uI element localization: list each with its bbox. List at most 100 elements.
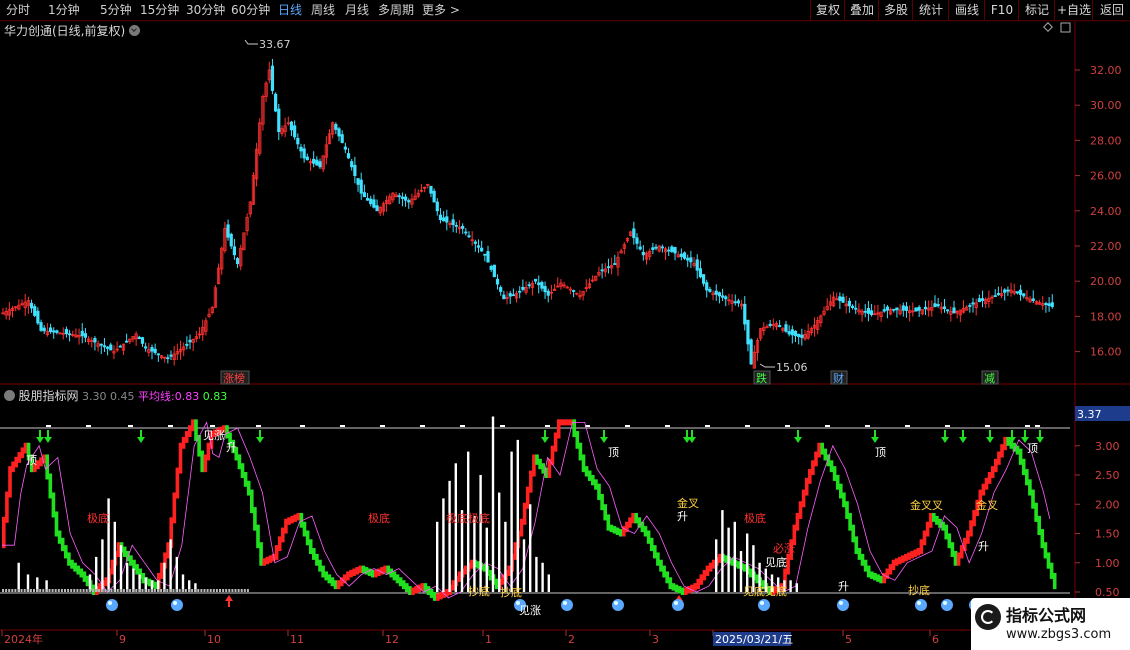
candle-body	[1044, 303, 1048, 305]
chart-canvas[interactable]: 32.0030.0028.0026.0024.0022.0020.0018.00…	[0, 0, 1130, 650]
osc-step	[653, 545, 657, 559]
candle-body	[797, 333, 801, 338]
white-dot	[246, 589, 249, 592]
candle-body	[695, 259, 699, 271]
osc-step	[476, 561, 480, 569]
candle-body	[270, 65, 275, 91]
candle-body	[1006, 289, 1010, 292]
logo-icon	[975, 604, 1001, 630]
osc-step	[1021, 458, 1026, 476]
white-dot	[73, 589, 76, 592]
white-dot	[175, 589, 178, 592]
osc-step	[984, 477, 989, 490]
osc-step	[277, 536, 282, 552]
white-dot	[113, 589, 116, 592]
osc-step	[324, 571, 328, 581]
signal-ball	[837, 599, 849, 611]
white-bar	[541, 562, 544, 592]
candle-body	[400, 196, 405, 199]
candle-body	[305, 156, 309, 161]
osc-step	[535, 454, 539, 465]
candle-body	[369, 198, 373, 205]
down-arrow-head	[541, 437, 549, 443]
candle-body	[188, 339, 192, 343]
candle-body	[847, 300, 851, 307]
osc-step	[693, 583, 697, 591]
white-dot	[11, 589, 14, 592]
osc-step	[705, 565, 710, 576]
ref-dash	[665, 425, 670, 427]
candle-body	[156, 353, 160, 356]
price-axis-label: 32.00	[1090, 64, 1122, 77]
candle-body	[682, 252, 687, 259]
osc-step	[57, 530, 62, 544]
osc-step	[225, 425, 229, 439]
osc-step	[494, 578, 499, 590]
current-value-label: 3.37	[1077, 408, 1102, 421]
white-dot	[91, 589, 94, 592]
osc-step	[566, 419, 570, 426]
white-dot	[231, 589, 234, 592]
osc-step	[724, 555, 728, 563]
candle-body	[356, 178, 360, 185]
candle-body	[296, 137, 300, 145]
ref-dash	[300, 425, 305, 427]
candle-body	[502, 294, 506, 300]
white-dot	[88, 589, 91, 592]
white-bar	[448, 480, 451, 592]
high-marker	[244, 39, 258, 45]
signal-label: 升	[838, 580, 849, 593]
white-dot	[45, 589, 48, 592]
ref-dash	[705, 425, 710, 427]
signal-ball	[915, 599, 927, 611]
white-dot	[107, 589, 110, 592]
candle-body	[125, 340, 129, 343]
signal-label: 极底极底	[446, 511, 490, 525]
osc-step	[330, 577, 335, 587]
osc-step	[17, 452, 22, 463]
osc-step	[525, 486, 530, 509]
white-dot	[23, 589, 26, 592]
white-bar	[491, 416, 495, 592]
osc-step	[203, 454, 208, 473]
price-axis-label: 26.00	[1090, 170, 1122, 183]
signal-label: 升	[978, 540, 989, 553]
white-bar	[721, 510, 724, 592]
osc-step	[281, 527, 285, 543]
osc-step	[677, 586, 682, 594]
osc-step	[401, 580, 406, 590]
price-axis-label: 16.00	[1090, 346, 1122, 359]
indicator-toggle-icon[interactable]	[4, 390, 15, 401]
candle-body	[80, 330, 84, 337]
candle-body	[838, 296, 842, 301]
osc-step	[907, 552, 911, 560]
candle-body	[508, 293, 512, 297]
signal-ball	[561, 599, 573, 611]
candle-body	[106, 346, 110, 349]
white-dot	[200, 589, 203, 592]
candle-body	[36, 310, 40, 324]
osc-step	[901, 555, 905, 563]
osc-step	[1040, 529, 1045, 549]
osc-step	[436, 593, 440, 601]
osc-step	[175, 467, 180, 499]
osc-step	[1043, 542, 1048, 559]
candle-body	[635, 237, 639, 244]
white-dot	[138, 589, 141, 592]
osc-step	[563, 419, 567, 426]
low-label: 15.06	[776, 361, 808, 374]
candle-body	[476, 245, 481, 248]
candle-body	[1031, 298, 1035, 301]
white-bar	[436, 521, 439, 592]
ref-dash	[380, 425, 385, 427]
candle-body	[64, 328, 68, 335]
white-bar	[522, 539, 526, 592]
candle-body	[359, 179, 363, 194]
osc-step	[287, 517, 291, 525]
candle-body	[235, 258, 240, 265]
signal-label: 抄底	[500, 585, 522, 599]
white-dot	[215, 589, 218, 592]
candle-body	[743, 303, 747, 325]
price-axis-label: 24.00	[1090, 205, 1122, 218]
candle-body	[353, 164, 357, 177]
